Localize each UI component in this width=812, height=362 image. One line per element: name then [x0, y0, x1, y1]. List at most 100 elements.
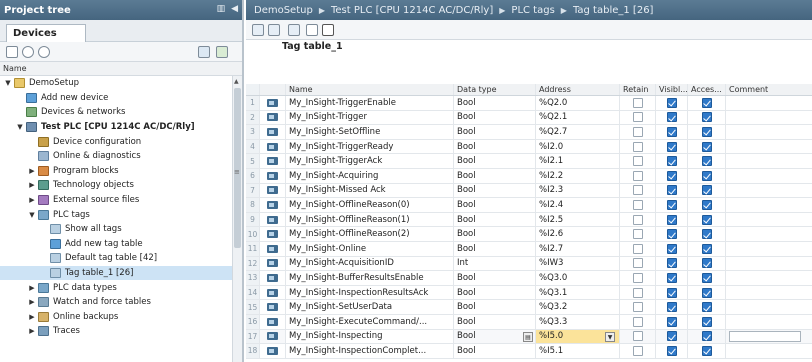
retain-checkbox[interactable]: [632, 243, 643, 254]
table-row[interactable]: 6 My_InSight-Acquiring Bool %I2.2: [246, 168, 812, 184]
address-cell[interactable]: %IW3: [536, 256, 620, 271]
accessible-checkbox[interactable]: [701, 112, 712, 123]
retain-checkbox[interactable]: [632, 214, 643, 225]
address-cell[interactable]: %Q2.1: [536, 110, 620, 125]
row-number[interactable]: 4: [246, 139, 260, 154]
row-number[interactable]: 9: [246, 212, 260, 227]
new-project-icon[interactable]: [6, 46, 18, 58]
address-cell[interactable]: %I2.5: [536, 212, 620, 227]
visible-checkbox[interactable]: [666, 258, 677, 269]
address-cell[interactable]: %Q2.0: [536, 96, 620, 110]
comment-cell[interactable]: [726, 227, 812, 241]
breadcrumb-item[interactable]: PLC tags: [511, 5, 554, 16]
data-type-cell[interactable]: Bool: [454, 241, 536, 256]
retain-checkbox[interactable]: [632, 170, 643, 181]
tree-item[interactable]: ▶ Online backups: [0, 310, 232, 325]
address-cell[interactable]: %Q3.1: [536, 285, 620, 300]
table-row[interactable]: 16 My_InSight-ExecuteCommand/... Bool %Q3.3: [246, 314, 812, 330]
accessible-checkbox[interactable]: [701, 229, 712, 240]
tab-devices[interactable]: Devices: [6, 24, 86, 42]
tree-item[interactable]: ▶ Traces: [0, 324, 232, 339]
accessible-checkbox[interactable]: [701, 97, 712, 108]
tag-name-cell[interactable]: My_InSight-SetOffline: [286, 125, 454, 139]
visible-checkbox[interactable]: [666, 243, 677, 254]
tree-item[interactable]: Add new device: [0, 91, 232, 106]
row-number[interactable]: 17: [246, 329, 260, 344]
row-number[interactable]: 7: [246, 183, 260, 198]
tag-name-cell[interactable]: My_InSight-TriggerReady: [286, 139, 454, 154]
expanded-arrow-icon[interactable]: ▼: [28, 211, 36, 219]
comment-cell[interactable]: [726, 271, 812, 285]
data-type-cell[interactable]: Bool ▤: [454, 329, 536, 344]
tree-item[interactable]: ▶ Program blocks: [0, 164, 232, 179]
table-row[interactable]: 1 My_InSight-TriggerEnable Bool %Q2.0: [246, 96, 812, 111]
add-row-icon[interactable]: [252, 24, 264, 36]
tag-name-cell[interactable]: My_InSight-TriggerAck: [286, 154, 454, 168]
overview-icon[interactable]: [198, 46, 210, 58]
retain-checkbox[interactable]: [632, 156, 643, 167]
comment-cell[interactable]: [726, 315, 812, 329]
data-type-picker-icon[interactable]: ▤: [523, 331, 533, 342]
table-row[interactable]: 12 My_InSight-AcquisitionID Int %IW3: [246, 256, 812, 272]
tag-name-cell[interactable]: My_InSight-ExecuteCommand/...: [286, 314, 454, 329]
tree-item[interactable]: ▼ PLC tags: [0, 207, 232, 222]
tag-name-cell[interactable]: My_InSight-OfflineReason(1): [286, 212, 454, 227]
retain-checkbox[interactable]: [632, 302, 643, 313]
back-icon[interactable]: [22, 46, 34, 58]
table-row[interactable]: 2 My_InSight-Trigger Bool %Q2.1: [246, 110, 812, 126]
expanded-arrow-icon[interactable]: ▼: [4, 79, 12, 87]
accessible-checkbox[interactable]: [701, 272, 712, 283]
tag-name-cell[interactable]: My_InSight-AcquisitionID: [286, 256, 454, 271]
accessible-checkbox[interactable]: [701, 302, 712, 313]
tree-item[interactable]: Default tag table [42]: [0, 251, 232, 266]
comment-cell[interactable]: [726, 111, 812, 125]
table-row[interactable]: 5 My_InSight-TriggerAck Bool %I2.1: [246, 154, 812, 169]
tag-name-cell[interactable]: My_InSight-TriggerEnable: [286, 96, 454, 110]
row-number[interactable]: 2: [246, 110, 260, 125]
comment-cell[interactable]: [726, 213, 812, 227]
comment-cell[interactable]: [726, 344, 812, 358]
data-type-cell[interactable]: Bool: [454, 168, 536, 183]
retain-checkbox[interactable]: [632, 272, 643, 283]
tag-name-cell[interactable]: My_InSight-InspectionComplet...: [286, 344, 454, 358]
row-number[interactable]: 8: [246, 198, 260, 212]
tree-item[interactable]: Tag table_1 [26]: [0, 265, 232, 281]
data-type-cell[interactable]: Bool: [454, 154, 536, 168]
comment-cell[interactable]: [726, 330, 812, 344]
comment-cell[interactable]: [726, 140, 812, 154]
visible-checkbox[interactable]: [666, 112, 677, 123]
data-type-cell[interactable]: Bool: [454, 212, 536, 227]
column-retain[interactable]: Retain: [620, 84, 656, 95]
table-row[interactable]: 3 My_InSight-SetOffline Bool %Q2.7: [246, 125, 812, 140]
forward-icon[interactable]: [38, 46, 50, 58]
accessible-checkbox[interactable]: [701, 185, 712, 196]
retain-checkbox[interactable]: [632, 331, 643, 342]
table-row[interactable]: 8 My_InSight-OfflineReason(0) Bool %I2.4: [246, 198, 812, 213]
visible-checkbox[interactable]: [666, 229, 677, 240]
retain-checkbox[interactable]: [632, 229, 643, 240]
visible-checkbox[interactable]: [666, 156, 677, 167]
breadcrumb-item[interactable]: Tag table_1 [26]: [573, 5, 654, 16]
comment-cell[interactable]: [726, 154, 812, 168]
row-number[interactable]: 5: [246, 154, 260, 168]
visible-checkbox[interactable]: [666, 331, 677, 342]
tree-item[interactable]: ▶ PLC data types: [0, 280, 232, 295]
data-type-cell[interactable]: Bool: [454, 314, 536, 329]
retain-checkbox[interactable]: [632, 199, 643, 210]
comment-cell[interactable]: [726, 257, 812, 271]
row-number[interactable]: 15: [246, 300, 260, 314]
collapsed-arrow-icon[interactable]: ▶: [28, 313, 36, 321]
visible-checkbox[interactable]: [666, 141, 677, 152]
column-visible[interactable]: Visibl...: [656, 84, 688, 95]
collapsed-arrow-icon[interactable]: ▶: [28, 167, 36, 175]
table-row[interactable]: 14 My_InSight-InspectionResultsAck Bool %Q3…: [246, 285, 812, 301]
comment-cell[interactable]: [726, 198, 812, 212]
data-type-cell[interactable]: Bool: [454, 139, 536, 154]
tag-name-cell[interactable]: My_InSight-SetUserData: [286, 300, 454, 314]
address-cell[interactable]: %Q3.0: [536, 271, 620, 285]
table-row[interactable]: 13 My_InSight-BufferResultsEnable Bool %Q3.…: [246, 271, 812, 286]
tag-name-cell[interactable]: My_InSight-BufferResultsEnable: [286, 271, 454, 285]
table-row[interactable]: 17 My_InSight-Inspecting Bool ▤ %I5.0 ▼: [246, 329, 812, 345]
collapsed-arrow-icon[interactable]: ▶: [28, 181, 36, 189]
row-number[interactable]: 14: [246, 285, 260, 300]
